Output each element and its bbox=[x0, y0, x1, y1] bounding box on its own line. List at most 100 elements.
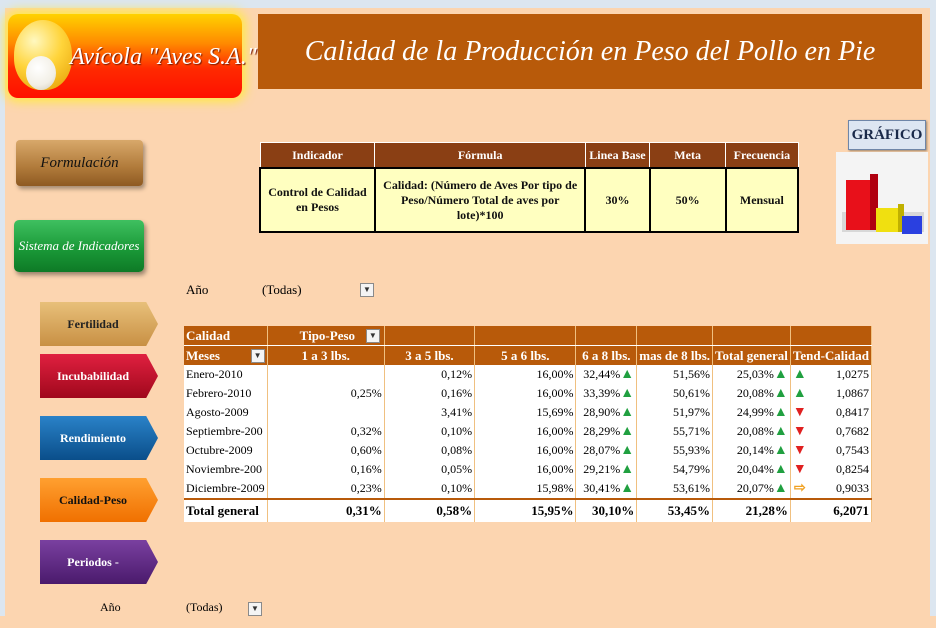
cell-value: 16,00% bbox=[474, 422, 577, 441]
incubabilidad-label: Incubabilidad bbox=[56, 369, 130, 383]
cell-value: 29,21% bbox=[583, 462, 621, 476]
cell-value-with-arrow: 25,03% ▲ bbox=[712, 365, 791, 384]
fertilidad-label: Fertilidad bbox=[67, 317, 119, 331]
total-value: 15,95% bbox=[474, 498, 577, 522]
page-title: Calidad de la Producción en Peso del Pol… bbox=[304, 36, 876, 67]
cell-value: 15,98% bbox=[474, 479, 577, 499]
arrow-up-icon: ▲ bbox=[620, 423, 635, 439]
cell-value: 0,8254 bbox=[836, 462, 869, 476]
company-name: Avícola "Aves S.A." bbox=[70, 44, 257, 70]
cell-value bbox=[267, 365, 385, 384]
cell-value-with-arrow: 20,04% ▲ bbox=[712, 460, 791, 479]
formulacion-button[interactable]: Formulación bbox=[16, 140, 143, 186]
pivot-field-calidad: Calidad bbox=[184, 326, 268, 346]
cell-value: 16,00% bbox=[474, 365, 577, 384]
row-month: Septiembre-200 bbox=[184, 422, 268, 441]
window-frame-left bbox=[0, 0, 5, 616]
cell-value: 0,7682 bbox=[836, 424, 869, 438]
arrow-up-icon: ▲ bbox=[773, 366, 788, 382]
cell-value-with-arrow: 20,08% ▲ bbox=[712, 422, 791, 441]
cell-value: 16,00% bbox=[474, 460, 577, 479]
cell-value: 50,61% bbox=[636, 384, 714, 403]
cell-value: 16,00% bbox=[474, 384, 577, 403]
pivot-h1-empty bbox=[384, 326, 476, 346]
cell-value: 20,14% bbox=[736, 443, 774, 457]
grafico-button[interactable]: GRÁFICO bbox=[848, 120, 926, 150]
indicator-header-row: Indicador Fórmula Linea Base Meta Frecue… bbox=[259, 142, 799, 169]
col-3-5-lbs: 3 a 5 lbs. bbox=[384, 345, 476, 365]
year-dropdown-button[interactable]: ▼ bbox=[360, 283, 374, 297]
row-month: Octubre-2009 bbox=[184, 441, 268, 460]
table-row: Octubre-2009 0,60% 0,08% 16,00% 28,07% ▲ 55,93… bbox=[184, 441, 873, 460]
cell-value: 15,69% bbox=[474, 403, 577, 422]
cell-value-with-arrow: ▼ 0,7682 bbox=[790, 422, 873, 441]
cell-value-with-arrow: 32,44% ▲ bbox=[575, 365, 638, 384]
arrow-up-icon: ▲ bbox=[773, 404, 788, 420]
window-frame-top bbox=[0, 0, 936, 8]
cell-value-with-arrow: 20,07% ▲ bbox=[712, 479, 791, 499]
chevron-down-icon[interactable]: ▼ bbox=[250, 348, 265, 363]
arrow-down-icon: ▼ bbox=[792, 423, 807, 439]
cell-meta: 50% bbox=[648, 167, 727, 233]
col-mas-8-lbs: mas de 8 lbs. bbox=[636, 345, 714, 365]
cell-value: 33,39% bbox=[583, 386, 621, 400]
indicator-data-row: Control de Calidad en Pesos Calidad: (Nú… bbox=[259, 167, 800, 233]
year-filter-value[interactable]: (Todas) bbox=[262, 282, 302, 298]
table-row: Septiembre-200 0,32% 0,10% 16,00% 28,29% ▲ 55,… bbox=[184, 422, 873, 441]
bottom-dropdown-button[interactable]: ▼ bbox=[248, 602, 262, 616]
pivot-field-tipo-peso[interactable]: Tipo-Peso ▼ bbox=[267, 326, 385, 346]
cell-value-with-arrow: ▼ 0,7543 bbox=[790, 441, 873, 460]
cell-value-with-arrow: ▲ 1,0275 bbox=[790, 365, 873, 384]
incubabilidad-button[interactable]: Incubabilidad bbox=[40, 354, 158, 398]
arrow-down-icon: ▼ bbox=[792, 461, 807, 477]
cell-value: 0,9033 bbox=[836, 481, 869, 495]
bottom-filter-label: Año bbox=[100, 600, 121, 614]
cell-value-with-arrow: 28,90% ▲ bbox=[575, 403, 638, 422]
col-5-6-lbs: 5 a 6 lbs. bbox=[474, 345, 577, 365]
total-value: 0,58% bbox=[384, 498, 476, 522]
row-month: Diciembre-2009 bbox=[184, 479, 268, 499]
cell-value: 28,90% bbox=[583, 405, 621, 419]
col-1-3-lbs: 1 a 3 lbs. bbox=[267, 345, 385, 365]
cell-value: 0,25% bbox=[267, 384, 385, 403]
cell-value: 28,29% bbox=[583, 424, 621, 438]
formulacion-label: Formulación bbox=[40, 155, 119, 171]
tipo-peso-label: Tipo-Peso bbox=[299, 327, 356, 343]
rendimiento-button[interactable]: Rendimiento bbox=[40, 416, 158, 460]
cell-value-with-arrow: 20,14% ▲ bbox=[712, 441, 791, 460]
bottom-filter-value[interactable]: (Todas) bbox=[186, 600, 222, 615]
meses-label: Meses bbox=[186, 347, 220, 363]
company-logo: Avícola "Aves S.A." bbox=[8, 14, 257, 98]
periodos-mortalidad-button[interactable]: Periodos -Mortalidad bbox=[40, 540, 158, 584]
bar-chart-icon[interactable] bbox=[836, 152, 928, 244]
cell-value-with-arrow: ▼ 0,8417 bbox=[790, 403, 873, 422]
cell-value: 0,12% bbox=[384, 365, 476, 384]
cell-value: 51,97% bbox=[636, 403, 714, 422]
cell-value: 1,0867 bbox=[836, 386, 869, 400]
calidad-peso-button[interactable]: Calidad-Peso bbox=[40, 478, 158, 522]
cell-value: 25,03% bbox=[736, 367, 774, 381]
header-indicador: Indicador bbox=[259, 142, 376, 169]
cell-value: 0,16% bbox=[267, 460, 385, 479]
header-linea-base: Linea Base bbox=[584, 142, 651, 169]
calidad-peso-label: Calidad-Peso bbox=[58, 493, 127, 507]
cell-formula: Calidad: (Número de Aves Por tipo de Pes… bbox=[373, 167, 587, 233]
fertilidad-button[interactable]: Fertilidad bbox=[40, 302, 158, 346]
arrow-up-icon: ▲ bbox=[620, 404, 635, 420]
cell-value: 54,79% bbox=[636, 460, 714, 479]
pivot-total-row: Total general 0,31% 0,58% 15,95% 30,10% … bbox=[184, 498, 873, 522]
cell-value: 20,07% bbox=[736, 481, 774, 495]
year-filter-label: Año bbox=[186, 282, 209, 297]
chevron-down-icon[interactable]: ▼ bbox=[365, 328, 380, 343]
pivot-field-meses[interactable]: Meses ▼ bbox=[184, 345, 268, 365]
pivot-h1-empty bbox=[575, 326, 638, 346]
arrow-up-icon: ▲ bbox=[620, 442, 635, 458]
cell-value: 20,08% bbox=[736, 424, 774, 438]
total-value: 0,31% bbox=[267, 498, 385, 522]
arrow-up-icon: ▲ bbox=[620, 480, 635, 496]
sistema-indicadores-button[interactable]: Sistema de Indicadores bbox=[14, 220, 144, 272]
total-value: 6,2071 bbox=[790, 498, 873, 522]
col-6-8-lbs: 6 a 8 lbs. bbox=[575, 345, 638, 365]
arrow-down-icon: ▼ bbox=[792, 404, 807, 420]
cell-value: 20,08% bbox=[736, 386, 774, 400]
